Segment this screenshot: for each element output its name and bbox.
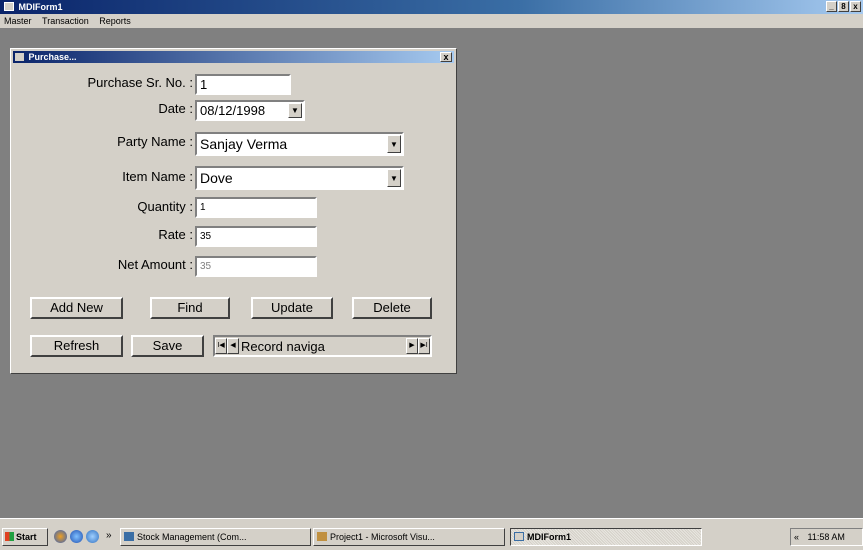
quantity-label: Quantity : — [137, 199, 193, 214]
start-button[interactable]: Start — [2, 528, 48, 546]
task-stock-management[interactable]: Stock Management (Com... — [120, 528, 311, 546]
party-name-label: Party Name : — [117, 134, 193, 149]
update-button[interactable]: Update — [251, 297, 333, 319]
save-button[interactable]: Save — [131, 335, 204, 357]
net-amount-label: Net Amount : — [117, 257, 193, 272]
tray-chevron[interactable]: « — [794, 532, 799, 542]
first-record-icon[interactable]: I◀ — [215, 338, 227, 354]
refresh-button[interactable]: Refresh — [30, 335, 123, 357]
previous-record-icon[interactable]: ◀ — [227, 338, 239, 354]
delete-button[interactable]: Delete — [352, 297, 432, 319]
next-record-icon[interactable]: ▶ — [406, 338, 418, 354]
add-new-button[interactable]: Add New — [30, 297, 123, 319]
date-value: 08/12/1998 — [200, 103, 266, 118]
messenger-icon[interactable] — [54, 530, 67, 543]
navigator-caption: Record naviga — [241, 338, 325, 354]
task-label: Stock Management (Com... — [137, 532, 247, 542]
form-icon — [15, 53, 24, 61]
purchase-close-button[interactable]: x — [440, 52, 452, 62]
find-button[interactable]: Find — [150, 297, 230, 319]
internet-explorer-icon[interactable] — [70, 530, 83, 543]
purchase-window: Purchase... x Purchase Sr. No. : 1 Date … — [10, 48, 457, 374]
last-record-icon[interactable]: ▶I — [418, 338, 430, 354]
purchase-title: Purchase... — [28, 52, 77, 62]
net-amount-input: 35 — [195, 256, 317, 277]
system-tray: « 11:58 AM — [790, 528, 863, 546]
word-icon — [124, 532, 134, 541]
mdi-titlebar[interactable]: MDIForm1 _ 8 x — [0, 0, 863, 14]
date-label: Date : — [158, 101, 193, 116]
vb-icon — [317, 532, 327, 541]
menu-reports[interactable]: Reports — [99, 16, 131, 26]
menu-bar: Master Transaction Reports — [0, 14, 863, 28]
close-button[interactable]: x — [850, 1, 861, 12]
party-name-combo[interactable]: Sanjay Verma ▼ — [195, 132, 404, 156]
chevron-down-icon[interactable]: ▼ — [387, 169, 401, 187]
rate-input[interactable]: 35 — [195, 226, 317, 247]
form-icon — [514, 532, 524, 541]
clock: 11:58 AM — [807, 532, 845, 542]
minimize-button[interactable]: _ — [826, 1, 837, 12]
menu-transaction[interactable]: Transaction — [42, 16, 89, 26]
windows-logo-icon — [5, 532, 14, 541]
rate-label: Rate : — [158, 227, 193, 242]
menu-master[interactable]: Master — [4, 16, 32, 26]
chevron-down-icon[interactable]: ▼ — [387, 135, 401, 153]
purchase-titlebar[interactable]: Purchase... x — [13, 51, 454, 63]
item-name-combo[interactable]: Dove ▼ — [195, 166, 404, 190]
purchase-sr-no-label: Purchase Sr. No. : — [87, 75, 194, 90]
purchase-sr-no-input[interactable]: 1 — [195, 74, 291, 95]
quantity-input[interactable]: 1 — [195, 197, 317, 218]
chevron-down-icon[interactable]: ▼ — [288, 103, 302, 118]
app-icon — [4, 2, 14, 11]
start-label: Start — [16, 532, 37, 542]
taskbar: Start » Stock Management (Com... Project… — [0, 518, 863, 550]
window-title: MDIForm1 — [18, 2, 63, 12]
task-label: Project1 - Microsoft Visu... — [330, 532, 435, 542]
date-picker[interactable]: 08/12/1998 ▼ — [195, 100, 305, 121]
media-player-icon[interactable] — [86, 530, 99, 543]
task-label: MDIForm1 — [527, 532, 572, 542]
party-name-value: Sanjay Verma — [200, 136, 288, 152]
item-name-label: Item Name : — [122, 169, 193, 184]
task-project1[interactable]: Project1 - Microsoft Visu... — [313, 528, 505, 546]
record-navigator: I◀ ◀ Record naviga ▶ ▶I — [213, 335, 432, 357]
quick-launch-chevron[interactable]: » — [106, 530, 112, 541]
maximize-button[interactable]: 8 — [838, 1, 849, 12]
item-name-value: Dove — [200, 170, 233, 186]
task-mdiform1[interactable]: MDIForm1 — [510, 528, 702, 546]
